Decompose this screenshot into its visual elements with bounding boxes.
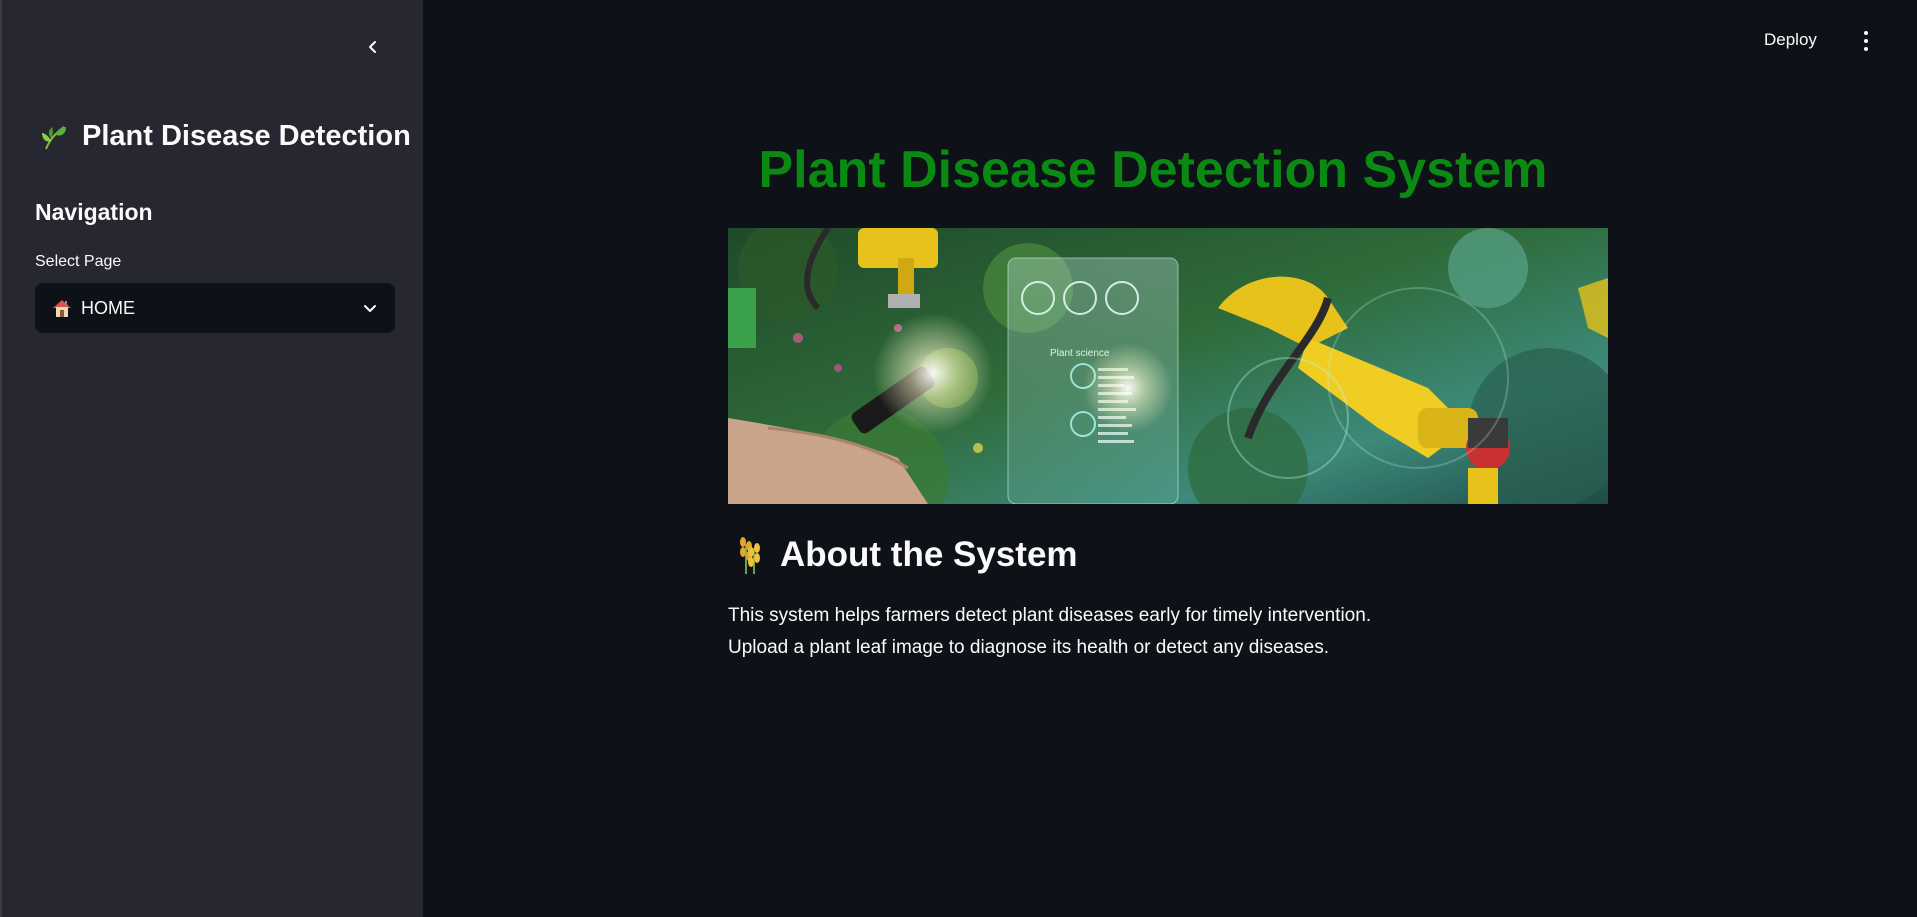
select-page-label: Select Page bbox=[35, 253, 122, 270]
deploy-button[interactable]: Deploy bbox=[1764, 30, 1817, 50]
page-select-value: HOME bbox=[81, 297, 135, 318]
sidebar-title: Plant Disease Detection bbox=[38, 120, 411, 153]
app-root: Plant Disease Detection Navigation Selec… bbox=[0, 0, 1917, 917]
hero-image: Plant science bbox=[728, 228, 1608, 504]
chevron-down-icon bbox=[364, 305, 376, 312]
page-select[interactable]: HOME bbox=[35, 283, 395, 333]
collapse-sidebar-button[interactable] bbox=[358, 32, 388, 62]
kebab-dot bbox=[1864, 39, 1868, 43]
sidebar: Plant Disease Detection Navigation Selec… bbox=[0, 0, 423, 917]
about-description: This system helps farmers detect plant d… bbox=[728, 600, 1371, 664]
chevron-left-icon bbox=[369, 41, 376, 53]
description-line: Upload a plant leaf image to diagnose it… bbox=[728, 637, 1329, 658]
house-icon bbox=[53, 300, 71, 317]
navigation-heading: Navigation bbox=[35, 199, 153, 225]
sidebar-title-text: Plant Disease Detection bbox=[82, 120, 411, 152]
kebab-dot bbox=[1864, 47, 1868, 51]
leaf-icon bbox=[42, 125, 66, 149]
description-line: This system helps farmers detect plant d… bbox=[728, 605, 1372, 626]
page-title: Plant Disease Detection System bbox=[758, 141, 1548, 199]
kebab-dot bbox=[1864, 31, 1868, 35]
about-heading-text: About the System bbox=[780, 535, 1078, 574]
wheat-icon bbox=[740, 537, 760, 574]
main-menu-button[interactable] bbox=[1856, 28, 1876, 54]
about-heading: About the System bbox=[736, 535, 1078, 575]
hero-illustration: Plant science bbox=[728, 228, 1608, 504]
